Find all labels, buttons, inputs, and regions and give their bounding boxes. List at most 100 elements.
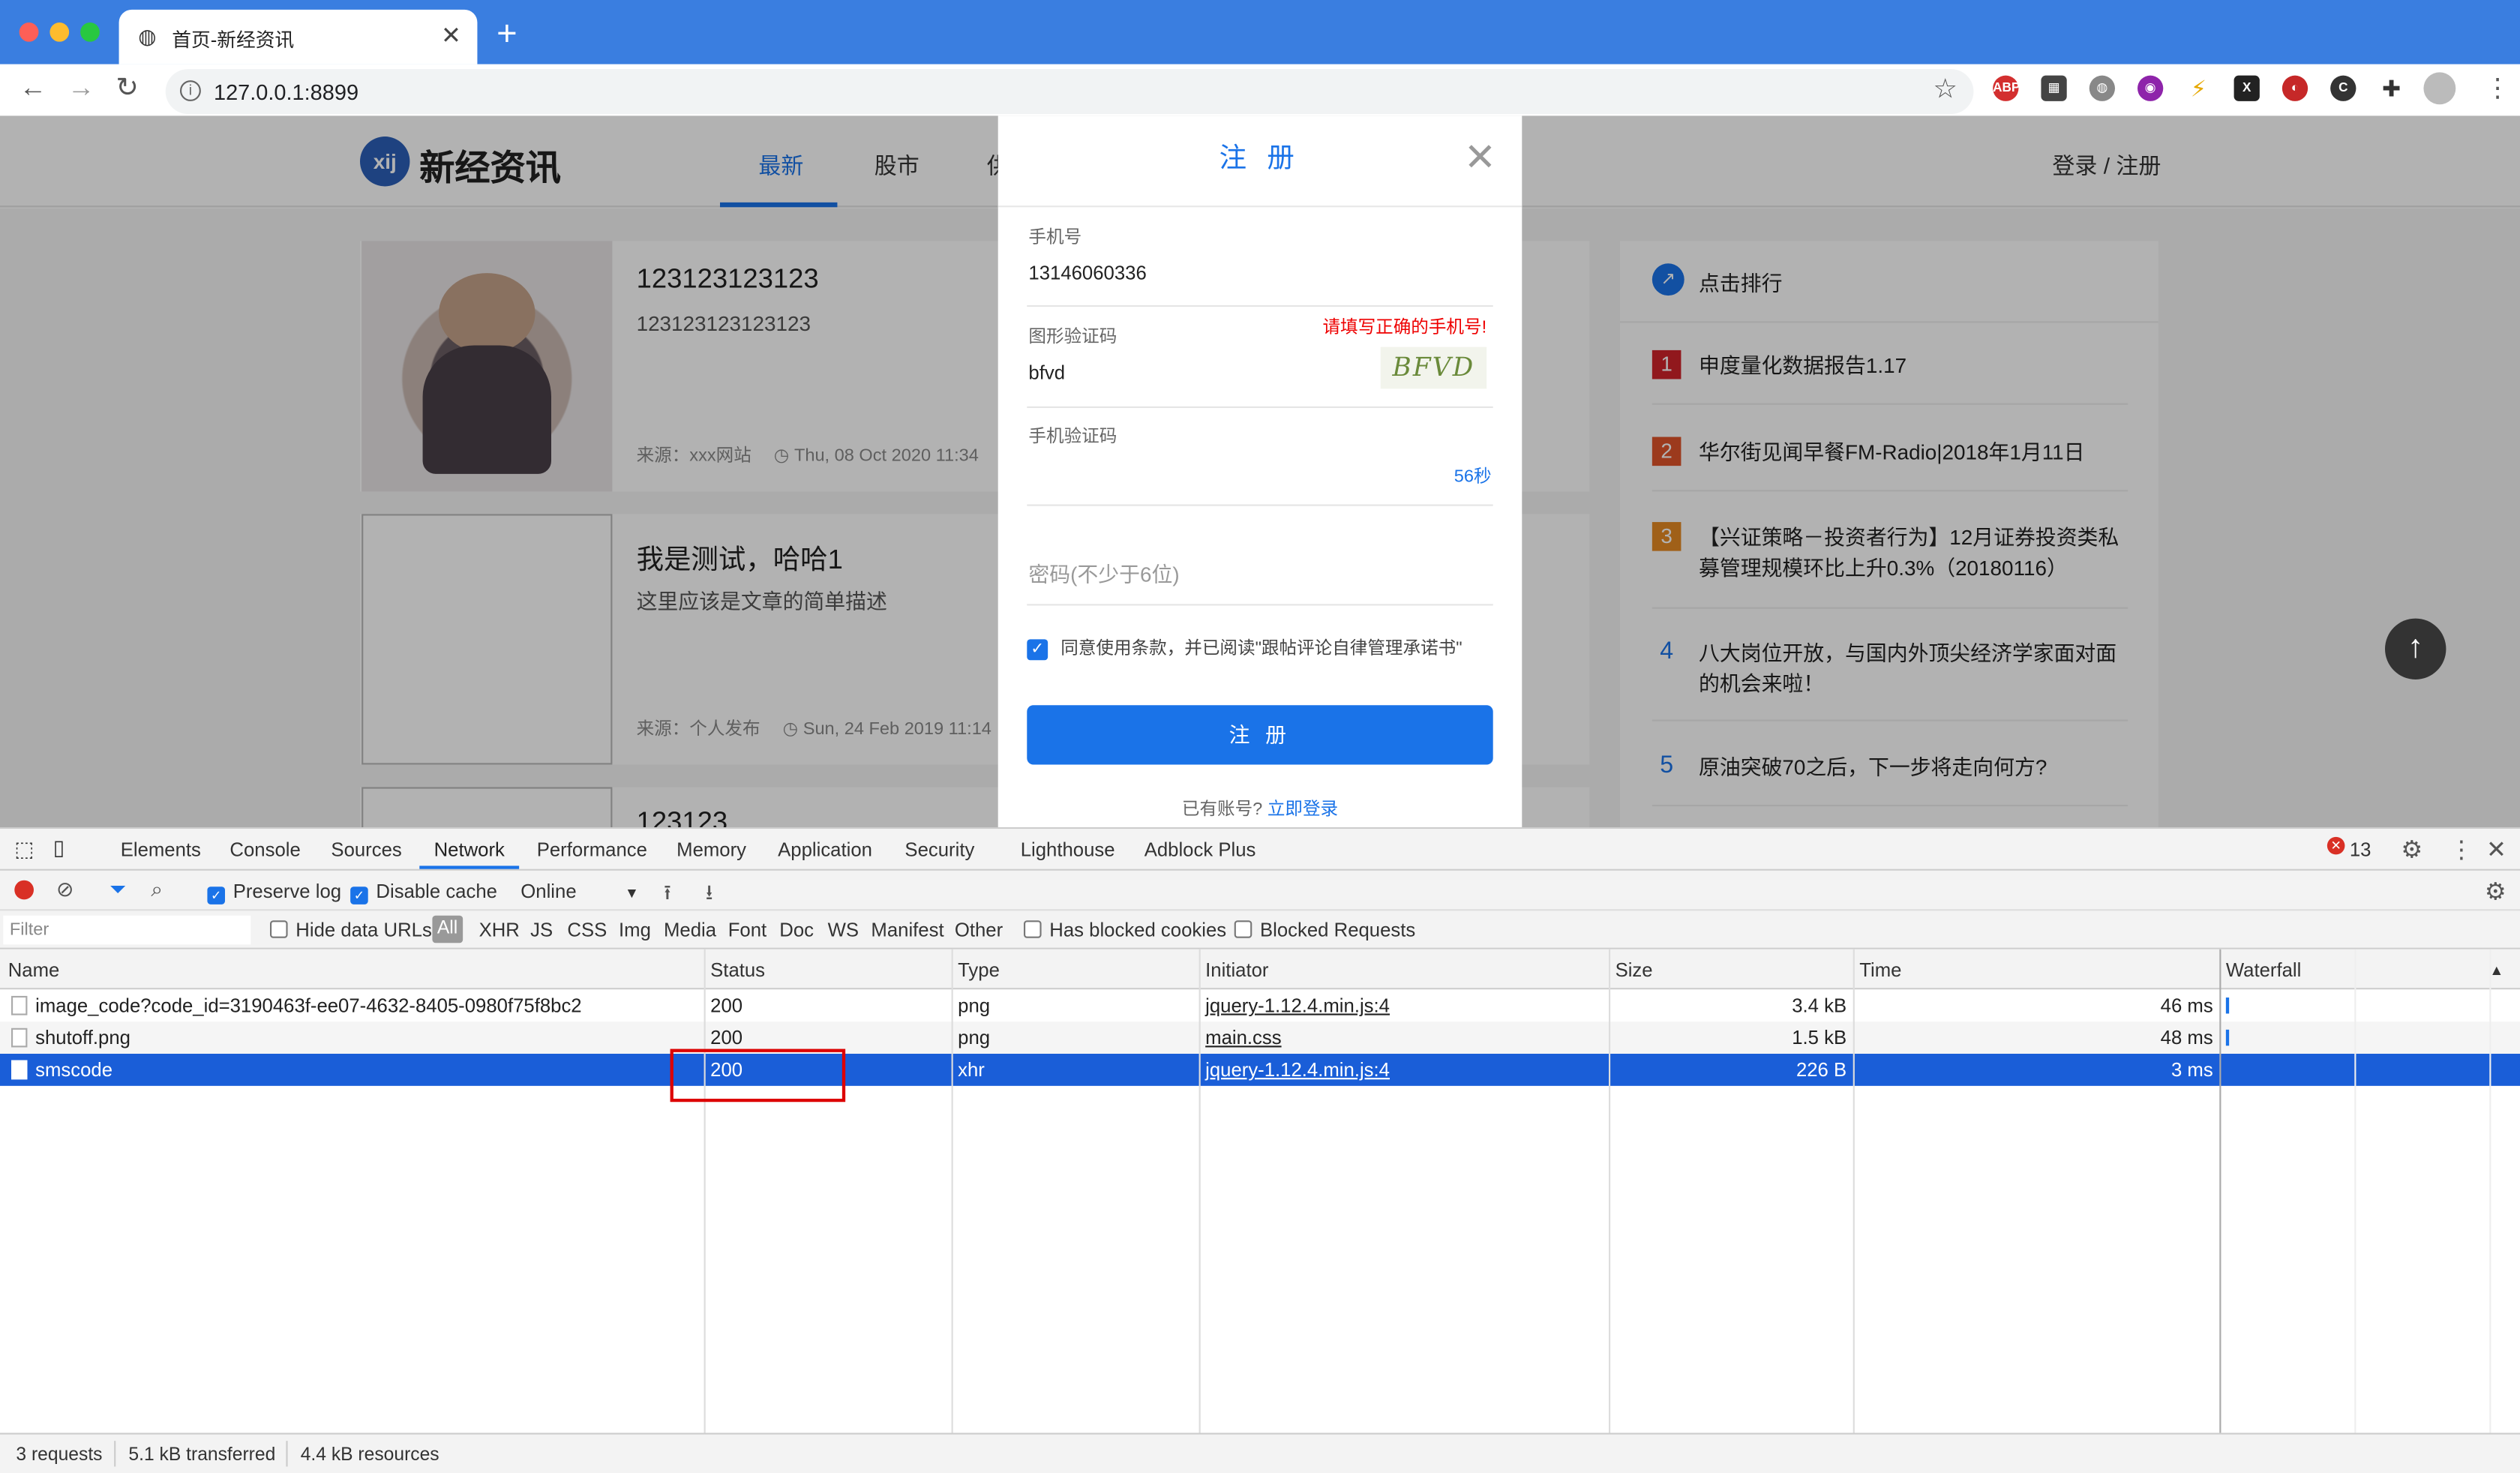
qr-code-extension-icon[interactable]: ▦ [2041,75,2067,101]
column-divider[interactable] [704,949,706,1433]
tab-performance[interactable]: Performance [537,838,647,861]
export-har-icon[interactable]: ⭳ [706,879,713,914]
column-size[interactable]: Size [1616,959,1653,982]
sms-code-field[interactable]: 手机验证码 56秒 [1027,410,1493,506]
phone-field[interactable]: 手机号 13146060336 [1027,208,1493,308]
forward-icon[interactable]: → [68,72,94,104]
column-divider[interactable] [951,949,953,1433]
clear-icon[interactable]: ⊘ [56,877,74,902]
inspect-element-icon[interactable]: ⬚ [14,837,34,862]
tab-network[interactable]: Network [434,838,505,861]
filter-img[interactable]: Img [619,919,651,941]
lightning-extension-icon[interactable]: ⚡ [2186,75,2212,101]
disable-cache-checkbox[interactable]: ✓ Disable cache [350,880,497,904]
sms-countdown-button[interactable]: 56秒 [1454,463,1492,488]
puzzle-extensions-icon[interactable]: ✚ [2378,75,2404,101]
filter-ws[interactable]: WS [828,919,859,941]
column-divider[interactable] [2219,949,2222,1433]
close-window-button[interactable] [19,22,39,42]
request-name[interactable]: smscode [35,1058,112,1081]
filter-manifest[interactable]: Manifest [871,919,944,941]
agree-terms[interactable]: ✓ 同意使用条款，并已阅读"跟帖评论自律管理承诺书" [1027,634,1462,660]
maximize-window-button[interactable] [80,22,100,42]
red-extension-icon[interactable]: ◐ [2282,75,2308,101]
scroll-top-button[interactable]: ↑ [2385,618,2446,680]
tab-sources[interactable]: Sources [331,838,401,861]
close-devtools-icon[interactable]: ✕ [2486,836,2506,864]
captcha-input[interactable]: bfvd [1028,362,1065,384]
error-icon[interactable]: ✕ [2326,836,2345,855]
throttling-select[interactable]: Online ▼ [520,880,639,903]
error-count[interactable]: 13 [2350,838,2372,861]
info-icon[interactable]: i [180,80,201,101]
password-field[interactable]: 密码(不少于6位) [1027,508,1493,606]
filter-xhr[interactable]: XHR [479,919,520,941]
has-blocked-cookies-checkbox[interactable]: Has blocked cookies [1024,919,1226,941]
column-name[interactable]: Name [8,959,60,982]
more-options-icon[interactable]: ⋮ [2450,836,2474,864]
table-row[interactable]: shutoff.png 200 png main.css 1.5 kB 48 m… [0,1022,2520,1054]
tab-security[interactable]: Security [904,838,974,861]
c-extension-icon[interactable]: C [2330,75,2356,101]
profile-avatar-icon[interactable] [2423,72,2456,105]
adblock-plus-extension-icon[interactable]: ABP [1993,75,2020,101]
table-row[interactable]: image_code?code_id=3190463f-ee07-4632-84… [0,989,2520,1022]
preserve-log-checkbox[interactable]: ✓ Preserve log [207,880,341,904]
filter-input[interactable]: Filter [3,915,251,945]
request-name[interactable]: shutoff.png [35,1027,130,1049]
search-icon[interactable]: ⌕ [151,877,163,902]
hide-data-urls-checkbox[interactable]: Hide data URLs [270,919,432,941]
column-status[interactable]: Status [710,959,765,982]
settings-gear-icon[interactable]: ⚙ [2401,836,2422,864]
filter-font[interactable]: Font [728,919,766,941]
address-bar[interactable]: i 127.0.0.1:8899 ☆ [165,69,1974,115]
table-row-selected[interactable]: smscode 200 xhr jquery-1.12.4.min.js:4 2… [0,1053,2520,1086]
tab-memory[interactable]: Memory [676,838,746,861]
column-divider[interactable] [1852,949,1855,1433]
filter-other[interactable]: Other [955,919,1003,941]
tab-console[interactable]: Console [230,838,300,861]
network-settings-gear-icon[interactable]: ⚙ [2485,877,2506,906]
sort-asc-icon[interactable]: ▲ [2489,962,2504,978]
browser-menu-icon[interactable]: ⋮ [2485,72,2510,104]
column-waterfall[interactable]: Waterfall [2226,959,2302,982]
device-toolbar-icon[interactable]: ▯ [53,836,64,861]
login-now-link[interactable]: 立即登录 [1268,800,1338,820]
column-time[interactable]: Time [1859,959,1901,982]
filter-css[interactable]: CSS [567,919,607,941]
blocked-requests-checkbox[interactable]: Blocked Requests [1234,919,1415,941]
captcha-field[interactable]: 请填写正确的手机号! 图形验证码 bfvd BFVD [1027,308,1493,409]
new-tab-button[interactable]: + [496,13,518,55]
column-divider[interactable] [1609,949,1611,1433]
modal-close-icon[interactable]: ✕ [1464,135,1496,182]
back-icon[interactable]: ← [20,72,46,104]
filter-all[interactable]: All [432,915,463,944]
x-extension-icon[interactable]: X [2234,75,2260,101]
tab-adblock-plus[interactable]: Adblock Plus [1144,838,1256,861]
minimize-window-button[interactable] [50,22,70,42]
url-text[interactable]: 127.0.0.1:8899 [214,80,358,104]
request-initiator[interactable]: main.css [1205,1027,1281,1049]
tab-lighthouse[interactable]: Lighthouse [1021,838,1115,861]
purple-extension-icon[interactable]: ◉ [2138,75,2164,101]
reload-icon[interactable]: ↻ [116,72,139,104]
agree-checkbox[interactable]: ✓ [1027,638,1048,660]
browser-tab[interactable]: ◍ 首页-新经资讯 ✕ [118,9,478,64]
request-name[interactable]: image_code?code_id=3190463f-ee07-4632-84… [35,994,581,1017]
bookmark-star-icon[interactable]: ☆ [1933,74,1958,106]
tab-elements[interactable]: Elements [121,838,201,861]
import-har-icon[interactable]: ⭱ [664,879,671,914]
filter-doc[interactable]: Doc [779,919,814,941]
tab-application[interactable]: Application [778,838,872,861]
filter-media[interactable]: Media [664,919,716,941]
column-divider[interactable] [1198,949,1201,1433]
tab-close-icon[interactable]: ✕ [441,21,461,50]
column-initiator[interactable]: Initiator [1205,959,1268,982]
register-button[interactable]: 注 册 [1027,705,1493,765]
filter-funnel-icon[interactable]: ⏷ [110,877,126,902]
filter-js[interactable]: JS [530,919,553,941]
request-initiator[interactable]: jquery-1.12.4.min.js:4 [1205,1058,1390,1081]
captcha-image[interactable]: BFVD [1380,346,1487,389]
password-input[interactable]: 密码(不少于6位) [1028,557,1179,588]
record-icon[interactable] [14,880,34,900]
